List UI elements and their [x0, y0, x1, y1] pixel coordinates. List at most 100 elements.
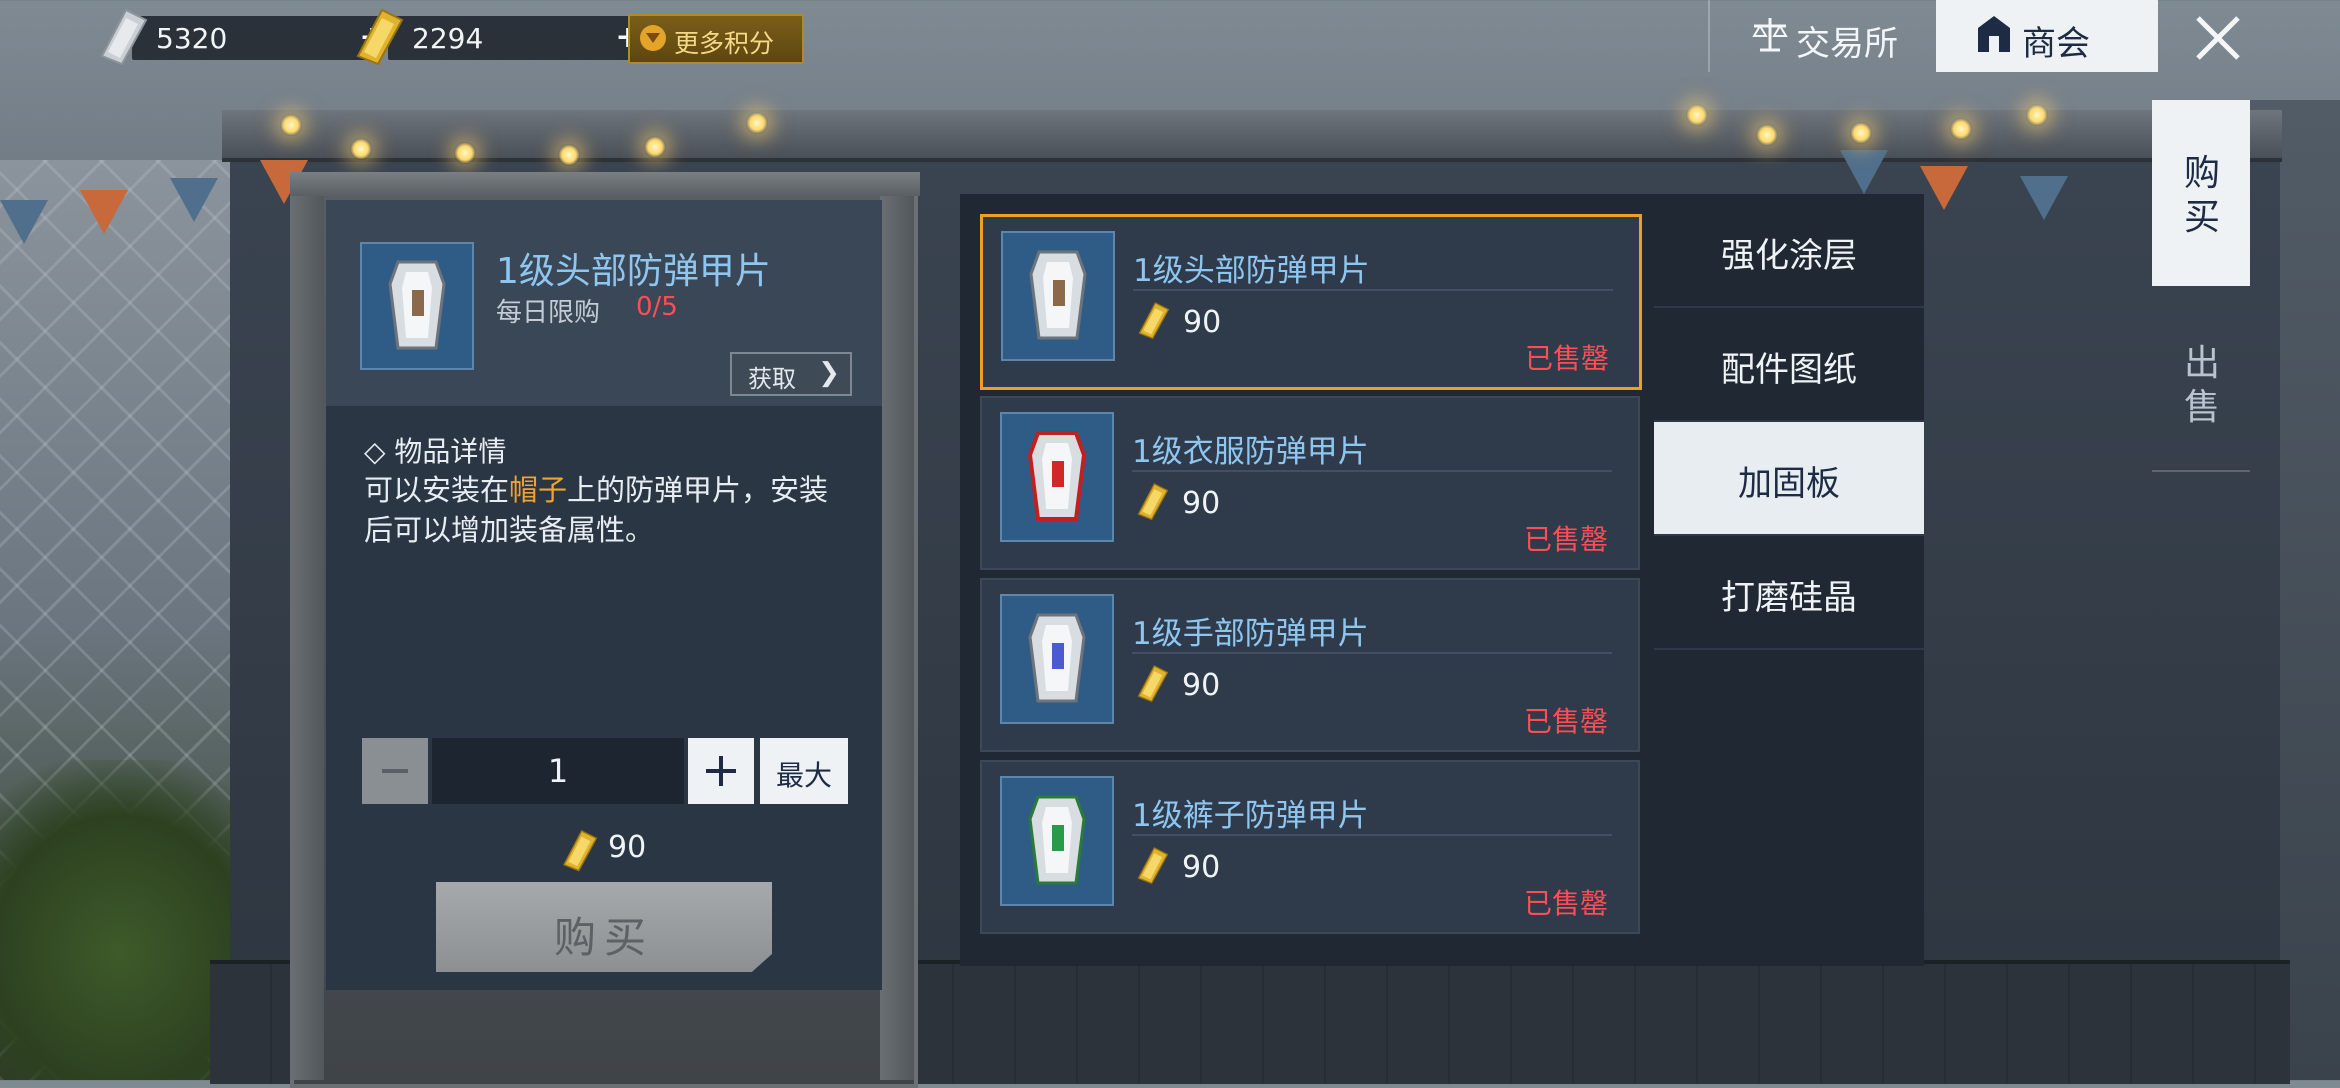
chevron-right-icon: ❯: [818, 358, 840, 388]
string-light: [644, 136, 666, 158]
daily-limit-value: 0/5: [636, 292, 678, 322]
string-light: [558, 144, 580, 166]
bunting-flag: [170, 178, 218, 222]
tab-sell-label: 出售: [2183, 343, 2220, 428]
max-label: 最大: [775, 759, 832, 792]
list-item[interactable]: 1级裤子防弹甲片 90 已售罄: [980, 760, 1640, 934]
quantity-field[interactable]: 1: [432, 738, 684, 804]
bunting-flag: [2020, 176, 2068, 220]
armor-plate-icon: [1000, 594, 1114, 724]
currency-gold: 2294 +: [348, 8, 648, 66]
string-light: [1850, 122, 1872, 144]
tab-sell[interactable]: 出售: [2152, 290, 2250, 472]
gold-ticket-icon: [1137, 483, 1169, 521]
bunting-flag: [80, 190, 128, 234]
string-light: [1686, 104, 1708, 126]
get-button-label: 获取: [748, 365, 796, 393]
armor-plate-icon: [1000, 776, 1114, 906]
string-light: [1950, 118, 1972, 140]
get-button[interactable]: 获取 ❯: [730, 352, 852, 396]
gold-ticket-icon: [1138, 302, 1170, 340]
string-light: [350, 138, 372, 160]
detail-section-title: ◇ 物品详情: [364, 435, 507, 468]
bunting-flag: [0, 200, 48, 244]
category-reinforcement[interactable]: 加固板: [1654, 422, 1924, 536]
category-label: 加固板: [1738, 464, 1840, 504]
item-name: 1级衣服防弹甲片: [1132, 434, 1369, 470]
tab-buy-label: 购买: [2183, 153, 2220, 238]
quantity-value: 1: [547, 752, 569, 790]
item-price: 90: [1182, 668, 1221, 703]
sold-out-label: 已售罄: [1523, 523, 1608, 556]
silver-ticket-icon: [100, 8, 148, 66]
string-light: [746, 112, 768, 134]
currency-value: 5320: [156, 22, 228, 55]
tab-guild-label: 商会: [2022, 24, 2090, 64]
buy-button-label: 购买: [553, 913, 654, 962]
row-divider: [1132, 834, 1612, 836]
tab-buy[interactable]: 购买: [2152, 100, 2250, 286]
armor-plate-icon: [360, 242, 474, 370]
detail-item-name: 1级头部防弹甲片: [496, 251, 771, 292]
increase-quantity-button[interactable]: [688, 738, 754, 804]
gold-ticket-icon: [1137, 665, 1169, 703]
list-item[interactable]: 1级手部防弹甲片 90 已售罄: [980, 578, 1640, 752]
top-bar: 5320 + 2294 + 更多积分 交易所 商会: [0, 0, 2340, 72]
category-menu: 强化涂层 配件图纸 加固板 打磨硅晶: [1654, 194, 1924, 966]
medal-icon: [640, 25, 666, 51]
item-price: 90: [1182, 486, 1221, 521]
category-label: 强化涂层: [1721, 236, 1857, 276]
sold-out-label: 已售罄: [1523, 887, 1608, 920]
sold-out-label: 已售罄: [1523, 705, 1608, 738]
nav-divider: [1708, 0, 1710, 72]
category-blueprint[interactable]: 配件图纸: [1654, 308, 1924, 422]
armor-plate-icon: [1001, 231, 1115, 361]
row-divider: [1133, 289, 1613, 291]
item-description: 可以安装在帽子上的防弹甲片，安装后可以增加装备属性。: [364, 470, 854, 550]
max-quantity-button[interactable]: 最大: [760, 738, 848, 804]
list-item[interactable]: 1级头部防弹甲片 90 已售罄: [980, 214, 1642, 390]
category-silicon[interactable]: 打磨硅晶: [1654, 536, 1924, 650]
description-text: 可以安装在: [364, 473, 510, 507]
string-light: [1756, 124, 1778, 146]
list-item[interactable]: 1级衣服防弹甲片 90 已售罄: [980, 396, 1640, 570]
total-price: 90: [556, 828, 646, 872]
daily-limit-label: 每日限购: [496, 298, 601, 328]
category-label: 打磨硅晶: [1721, 578, 1857, 618]
house-icon: [1978, 16, 2010, 52]
decrease-quantity-button[interactable]: [362, 738, 428, 804]
string-light: [280, 114, 302, 136]
tab-guild[interactable]: 商会: [1936, 0, 2158, 72]
string-light: [2026, 104, 2048, 126]
bunting-flag: [1920, 166, 1968, 210]
item-detail-panel: 1级头部防弹甲片 每日限购 0/5 获取 ❯ ◇ 物品详情 可以安装在帽子上的防…: [326, 200, 882, 990]
item-name: 1级裤子防弹甲片: [1132, 798, 1369, 834]
item-list: 1级头部防弹甲片 90 已售罄 1级衣服防弹甲片 90 已售罄 1级手部防弹甲片…: [960, 194, 1660, 966]
description-highlight: 帽子: [509, 473, 568, 507]
frame-top: [290, 172, 920, 196]
total-price-value: 90: [608, 830, 647, 865]
gold-ticket-icon: [1137, 847, 1169, 885]
bunting-flag: [1840, 150, 1888, 194]
frame-post: [290, 172, 324, 1080]
gold-ticket-icon: [356, 8, 404, 66]
frame-post: [880, 172, 914, 1080]
tab-exchange[interactable]: 交易所: [1740, 0, 1920, 72]
currency-value: 2294: [412, 22, 484, 55]
stall-roof-board: [222, 110, 2282, 162]
item-name: 1级头部防弹甲片: [1133, 253, 1370, 289]
row-divider: [1132, 652, 1612, 654]
more-points-button[interactable]: 更多积分: [628, 14, 804, 64]
category-coating[interactable]: 强化涂层: [1654, 194, 1924, 308]
more-points-label: 更多积分: [674, 29, 775, 58]
gold-ticket-icon: [563, 829, 598, 872]
sold-out-label: 已售罄: [1524, 342, 1609, 375]
close-icon[interactable]: [2188, 12, 2248, 64]
scales-icon: [1752, 18, 1788, 52]
item-price: 90: [1182, 850, 1221, 885]
detail-header: 1级头部防弹甲片 每日限购 0/5 获取 ❯: [326, 200, 882, 406]
buy-button[interactable]: 购买: [436, 882, 772, 972]
row-divider: [1132, 470, 1612, 472]
armor-plate-icon: [1000, 412, 1114, 542]
currency-silver: 5320 +: [92, 8, 392, 66]
